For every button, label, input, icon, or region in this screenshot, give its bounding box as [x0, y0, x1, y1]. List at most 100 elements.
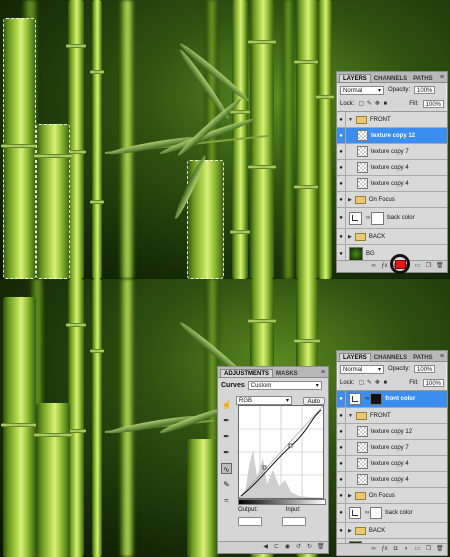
smooth-curve-icon[interactable]: ≈	[221, 495, 232, 506]
output-field[interactable]	[238, 517, 262, 526]
lock-pixels-icon[interactable]: ✎	[366, 380, 372, 386]
trash-icon[interactable]: 🗑	[436, 263, 444, 270]
tab-paths[interactable]: PATHS	[410, 354, 435, 361]
panel-menu-icon[interactable]: ≡	[321, 369, 325, 376]
eye-icon[interactable]: ●	[337, 408, 346, 423]
lock-transparency-icon[interactable]: ▢	[358, 380, 365, 386]
tab-paths[interactable]: PATHS	[410, 75, 435, 82]
eye-icon[interactable]: ●	[337, 229, 346, 244]
fill-field[interactable]: 100%	[422, 100, 444, 108]
reset-icon[interactable]: ↻	[306, 544, 313, 551]
new-layer-icon[interactable]: ❐	[425, 546, 432, 553]
input-field[interactable]	[281, 517, 306, 526]
lock-position-icon[interactable]: ✥	[374, 101, 380, 107]
layer-row-texture-copy-4[interactable]: ● texture copy 4	[337, 176, 447, 192]
new-adjustment-layer-button-highlighted[interactable]	[395, 260, 406, 269]
expand-arrow-icon[interactable]: ▶	[348, 528, 352, 534]
lock-position-icon[interactable]: ✥	[374, 380, 380, 386]
trash-icon[interactable]: 🗑	[436, 546, 444, 553]
lock-pixels-icon[interactable]: ✎	[366, 101, 372, 107]
layer-row-on-focus-group[interactable]: ● ▶ On Focus	[337, 192, 447, 208]
eye-icon[interactable]: ●	[337, 144, 346, 159]
lock-all-icon[interactable]: ■	[382, 380, 388, 386]
blend-mode-value: Normal	[343, 366, 363, 373]
layer-row-on-focus-group[interactable]: ● ▶ On Focus	[337, 488, 447, 504]
layer-row-front-group[interactable]: ● ▼ FRONT	[337, 112, 447, 128]
eye-icon[interactable]: ●	[337, 128, 346, 143]
layer-row-back-group[interactable]: ● ▶ BACK	[337, 229, 447, 245]
black-point-eyedropper-icon[interactable]: ✒	[221, 415, 232, 426]
tab-layers[interactable]: LAYERS	[339, 353, 371, 361]
tab-channels[interactable]: CHANNELS	[371, 354, 410, 361]
lock-all-icon[interactable]: ■	[382, 101, 388, 107]
layer-row-texture-copy-4[interactable]: ● texture copy 4	[337, 472, 447, 488]
visibility-eye-icon[interactable]: ◉	[284, 544, 291, 551]
expand-arrow-icon[interactable]: ▼	[348, 117, 353, 123]
new-group-icon[interactable]: ▭	[414, 546, 421, 553]
eye-icon[interactable]: ●	[337, 192, 346, 207]
opacity-field[interactable]: 100%	[414, 86, 436, 94]
blend-mode-select[interactable]: Normal ▾	[340, 85, 384, 95]
expand-arrow-icon[interactable]: ▶	[348, 493, 352, 499]
new-adjustment-layer-icon[interactable]: ◐	[403, 546, 410, 553]
curve-draw-pencil-icon[interactable]: ✎	[221, 479, 232, 490]
tab-channels[interactable]: CHANNELS	[371, 75, 410, 82]
layer-row-back-group[interactable]: ● ▶ BACK	[337, 523, 447, 539]
gray-point-eyedropper-icon[interactable]: ✒	[221, 431, 232, 442]
layer-row-back-color[interactable]: ● ∞ back color	[337, 208, 447, 229]
layer-row-texture-copy-4[interactable]: ● texture copy 4	[337, 160, 447, 176]
curves-graph[interactable]	[238, 405, 324, 499]
clip-to-layer-icon[interactable]: ⊏	[273, 544, 280, 551]
panel-menu-icon[interactable]: ≡	[440, 74, 444, 81]
white-point-eyedropper-icon[interactable]: ✒	[221, 447, 232, 458]
eye-icon[interactable]: ●	[337, 160, 346, 175]
layer-row-front-group[interactable]: ● ▼ FRONT	[337, 408, 447, 424]
fill-field[interactable]: 100%	[422, 379, 444, 387]
new-layer-icon[interactable]: ❐	[425, 263, 432, 270]
preset-select[interactable]: Custom ▾	[247, 381, 322, 390]
lock-transparency-icon[interactable]: ▢	[358, 101, 365, 107]
layer-row-front-color[interactable]: ● ∞ front color	[337, 391, 447, 408]
curve-edit-points-icon[interactable]: ∿	[221, 463, 232, 474]
channel-select[interactable]: RGB ▾	[236, 396, 292, 405]
auto-button[interactable]: Auto	[302, 396, 325, 405]
tab-layers[interactable]: LAYERS	[339, 74, 371, 82]
eye-icon[interactable]: ●	[337, 472, 346, 487]
opacity-field[interactable]: 100%	[414, 365, 436, 373]
tab-adjustments[interactable]: ADJUSTMENTS	[220, 369, 274, 377]
eye-icon[interactable]: ●	[337, 176, 346, 191]
eye-icon[interactable]: ●	[337, 208, 346, 228]
layer-row-texture-copy-12[interactable]: ● texture copy 12	[337, 424, 447, 440]
layer-row-texture-copy-7[interactable]: ● texture copy 7	[337, 440, 447, 456]
on-image-adjust-icon[interactable]: ☝	[221, 399, 232, 410]
add-mask-icon[interactable]: ◘	[392, 546, 399, 553]
eye-icon[interactable]: ●	[337, 456, 346, 471]
eye-icon[interactable]: ●	[337, 440, 346, 455]
eye-icon[interactable]: ●	[337, 391, 346, 407]
chevron-down-icon: ▾	[377, 87, 381, 94]
link-layers-icon[interactable]: ∞	[370, 546, 377, 553]
expand-arrow-icon[interactable]: ▼	[348, 413, 353, 419]
eye-icon[interactable]: ●	[337, 488, 346, 503]
back-arrow-icon[interactable]: ◀	[262, 544, 269, 551]
layer-row-back-color[interactable]: ● ∞ back color	[337, 504, 447, 523]
layer-row-texture-copy-7[interactable]: ● texture copy 7	[337, 144, 447, 160]
link-layers-icon[interactable]: ∞	[370, 263, 377, 270]
layer-row-texture-copy-12[interactable]: ● texture copy 12	[337, 128, 447, 144]
fx-icon[interactable]: ƒx	[381, 263, 388, 270]
tab-masks[interactable]: MASKS	[273, 370, 301, 377]
blend-mode-select[interactable]: Normal ▾	[340, 364, 384, 374]
eye-icon[interactable]: ●	[337, 112, 346, 127]
panel-menu-icon[interactable]: ≡	[440, 353, 444, 360]
fx-icon[interactable]: ƒx	[381, 546, 388, 553]
expand-arrow-icon[interactable]: ▶	[348, 234, 352, 240]
eye-icon[interactable]: ●	[337, 504, 346, 522]
mask-thumbnail	[371, 211, 385, 225]
trash-icon[interactable]: 🗑	[317, 544, 325, 551]
eye-icon[interactable]: ●	[337, 523, 346, 538]
expand-arrow-icon[interactable]: ▶	[348, 197, 352, 203]
new-group-icon[interactable]: ▭	[414, 263, 421, 270]
view-previous-icon[interactable]: ↺	[295, 544, 302, 551]
eye-icon[interactable]: ●	[337, 424, 346, 439]
layer-row-texture-copy-4[interactable]: ● texture copy 4	[337, 456, 447, 472]
